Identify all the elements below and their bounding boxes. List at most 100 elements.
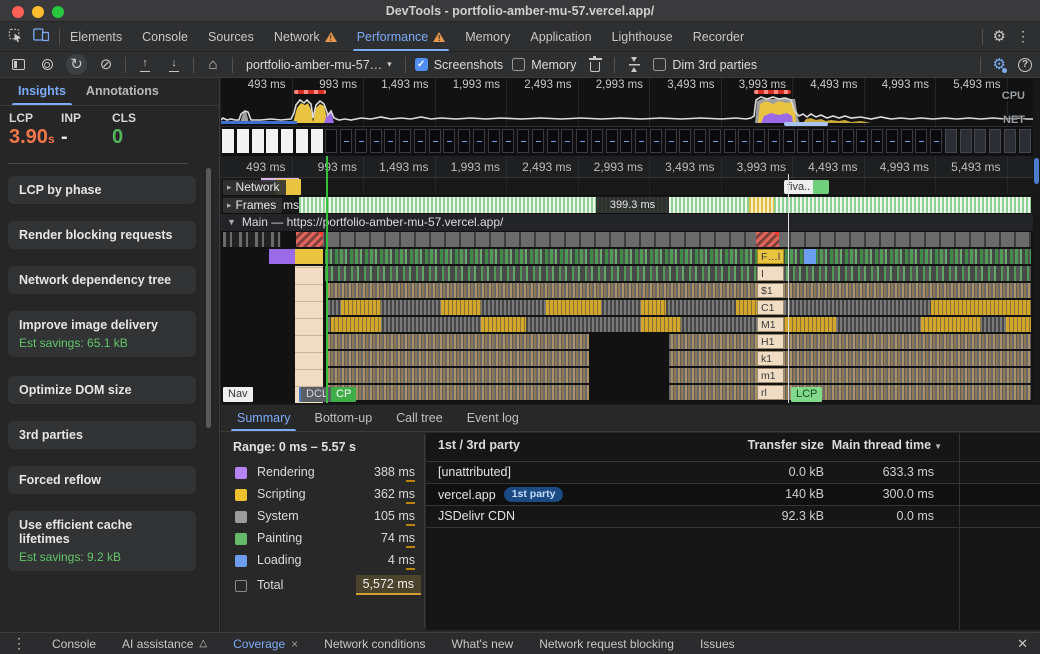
timeline-overview[interactable]: 493 ms993 ms1,493 ms1,993 ms2,493 ms2,99… — [221, 78, 1033, 127]
drawer-more-icon[interactable]: ⋮ — [12, 635, 26, 652]
nav-marker[interactable]: Nav — [223, 387, 253, 402]
filmstrip-frame[interactable] — [576, 129, 588, 153]
upload-profile-icon[interactable]: ↑ — [135, 55, 155, 75]
filmstrip-frame[interactable] — [856, 129, 868, 153]
sidebar-scrollbar[interactable] — [206, 168, 211, 428]
more-options-icon[interactable]: ⋮ — [1016, 28, 1030, 45]
tab-event-log[interactable]: Event log — [455, 405, 531, 431]
filmstrip-frame[interactable] — [296, 129, 308, 153]
filmstrip-frame[interactable] — [989, 129, 1001, 153]
drawer-tab-issues[interactable]: Issues — [700, 637, 735, 651]
filmstrip-frame[interactable] — [1004, 129, 1016, 153]
drawer-tab-network-conditions[interactable]: Network conditions — [324, 637, 425, 651]
tab-performance[interactable]: Performance! — [347, 22, 456, 51]
filmstrip-frame[interactable] — [783, 129, 795, 153]
filmstrip-frame[interactable] — [237, 129, 249, 153]
table-scroll-gutter[interactable] — [959, 433, 960, 630]
filmstrip-frame[interactable] — [222, 129, 234, 153]
record-icon[interactable] — [37, 55, 57, 75]
insight-improve-image-delivery[interactable]: Improve image deliveryEst savings: 65.1 … — [8, 311, 196, 357]
filmstrip-frame[interactable] — [325, 129, 337, 153]
filmstrip-frame[interactable] — [281, 129, 293, 153]
timeline-scrollbar[interactable] — [1034, 158, 1039, 184]
help-icon[interactable]: ? — [1018, 58, 1032, 72]
history-select[interactable]: portfolio-amber-mu-57… ▾ — [242, 56, 396, 74]
tab-annotations[interactable]: Annotations — [78, 78, 167, 105]
filmstrip-frame[interactable] — [842, 129, 854, 153]
tab-memory[interactable]: Memory — [455, 22, 520, 51]
filmstrip-frame[interactable] — [871, 129, 883, 153]
shortcuts-dialog-icon[interactable] — [624, 55, 644, 75]
filmstrip-frame[interactable] — [650, 129, 662, 153]
filmstrip-frame[interactable] — [797, 129, 809, 153]
filmstrip-frame[interactable] — [591, 129, 603, 153]
filmstrip-frame[interactable] — [266, 129, 278, 153]
tab-summary[interactable]: Summary — [225, 405, 302, 431]
table-row[interactable]: [unattributed] 0.0 kB 633.3 ms — [426, 461, 1040, 483]
filmstrip-frame[interactable] — [340, 129, 352, 153]
filmstrip-frame[interactable] — [561, 129, 573, 153]
filmstrip-frame[interactable] — [252, 129, 264, 153]
tab-network[interactable]: Network! — [264, 22, 347, 51]
download-profile-icon[interactable]: ↓ — [164, 55, 184, 75]
filmstrip-frame[interactable] — [945, 129, 957, 153]
device-toolbar-icon[interactable] — [33, 28, 49, 45]
network-track-label[interactable]: ▸ Network — [223, 180, 286, 195]
inspect-icon[interactable] — [8, 28, 23, 46]
filmstrip-frame[interactable] — [370, 129, 382, 153]
insight-network-dependency[interactable]: Network dependency tree — [8, 266, 196, 294]
network-track[interactable]: ▸ Network fiva.. — [221, 178, 1033, 196]
insight-optimize-dom-size[interactable]: Optimize DOM size — [8, 376, 196, 404]
drawer-tab-coverage[interactable]: Coverage × — [233, 637, 298, 651]
filmstrip-frame[interactable] — [753, 129, 765, 153]
tab-console[interactable]: Console — [132, 22, 198, 51]
filmstrip-frame[interactable] — [827, 129, 839, 153]
filmstrip-frame[interactable] — [679, 129, 691, 153]
capture-settings-gear-icon[interactable]: ⚙ — [993, 57, 1006, 73]
filmstrip-frame[interactable] — [694, 129, 706, 153]
tab-call-tree[interactable]: Call tree — [384, 405, 455, 431]
filmstrip-frame[interactable] — [665, 129, 677, 153]
filmstrip-frame[interactable] — [502, 129, 514, 153]
clear-icon[interactable]: ⊘ — [96, 55, 116, 75]
tab-elements[interactable]: Elements — [60, 22, 132, 51]
filmstrip-frame[interactable] — [635, 129, 647, 153]
filmstrip-frame[interactable] — [532, 129, 544, 153]
drawer-tab-whats-new[interactable]: What's new — [452, 637, 514, 651]
filmstrip-frame[interactable] — [355, 129, 367, 153]
filmstrip-frame[interactable] — [606, 129, 618, 153]
screenshot-filmstrip[interactable] — [221, 127, 1033, 156]
filmstrip-frame[interactable] — [547, 129, 559, 153]
home-icon[interactable]: ⌂ — [203, 55, 223, 75]
insight-cache-lifetimes[interactable]: Use efficient cache lifetimesEst savings… — [8, 511, 196, 571]
filmstrip-frame[interactable] — [399, 129, 411, 153]
insight-render-blocking[interactable]: Render blocking requests — [8, 221, 196, 249]
filmstrip-frame[interactable] — [488, 129, 500, 153]
table-row[interactable]: JSDelivr CDN 92.3 kB 0.0 ms — [426, 505, 1040, 527]
frames-track[interactable]: 399.3 ms ▸ Frames ms — [221, 196, 1033, 214]
filmstrip-frame[interactable] — [974, 129, 986, 153]
insight-lcp-by-phase[interactable]: LCP by phase — [8, 176, 196, 204]
filmstrip-frame[interactable] — [886, 129, 898, 153]
col-party[interactable]: 1st / 3rd party — [438, 438, 520, 452]
tab-recorder[interactable]: Recorder — [683, 22, 754, 51]
collect-garbage-icon[interactable] — [585, 55, 605, 75]
lcp-marker[interactable]: LCP — [791, 387, 822, 402]
main-thread-track-header[interactable]: ▼ Main — https://portfolio-amber-mu-57.v… — [221, 214, 1033, 232]
filmstrip-frame[interactable] — [901, 129, 913, 153]
network-request-chip[interactable]: fiva.. — [784, 180, 829, 194]
filmstrip-frame[interactable] — [724, 129, 736, 153]
filmstrip-frame[interactable] — [311, 129, 323, 153]
toggle-sidebar-icon[interactable] — [8, 55, 28, 75]
screenshots-checkbox[interactable]: ✓ Screenshots — [415, 58, 503, 72]
fcp-marker[interactable]: CP — [331, 387, 356, 402]
tab-lighthouse[interactable]: Lighthouse — [602, 22, 683, 51]
drawer-tab-ai-assistance[interactable]: AI assistance △ — [122, 637, 207, 651]
frames-track-label[interactable]: ▸ Frames — [223, 198, 282, 213]
dim-3rd-parties-checkbox[interactable]: Dim 3rd parties — [653, 58, 757, 72]
tab-insights[interactable]: Insights — [10, 78, 74, 105]
filmstrip-frame[interactable] — [458, 129, 470, 153]
col-main-thread-time[interactable]: Main thread time▼ — [832, 438, 942, 452]
filmstrip-frame[interactable] — [738, 129, 750, 153]
reload-and-record-icon[interactable]: ↻ — [66, 54, 87, 75]
